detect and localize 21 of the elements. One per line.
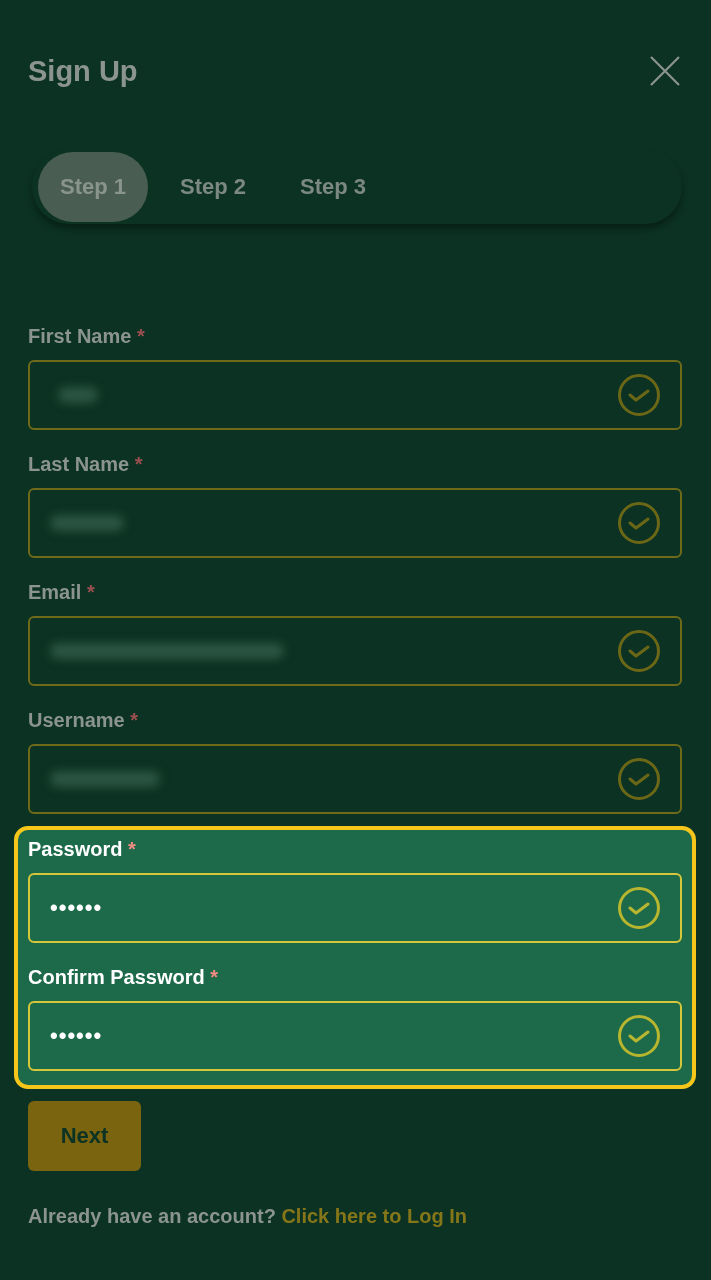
field-label: Email * <box>28 580 95 604</box>
field-label: Last Name * <box>28 452 143 476</box>
field-label: First Name * <box>28 324 145 348</box>
step-tab[interactable]: Step 2 <box>158 152 269 222</box>
login-link[interactable]: Click here to Log In <box>281 1205 467 1227</box>
field-label: Password * <box>28 837 136 861</box>
input-field[interactable]: •••••• <box>28 873 682 943</box>
close-icon[interactable] <box>650 56 680 86</box>
input-field[interactable] <box>28 744 682 814</box>
step-tab[interactable]: Step 3 <box>278 152 389 222</box>
input-field[interactable] <box>28 488 682 558</box>
blurred-value <box>58 387 98 403</box>
step-tab[interactable]: Step 1 <box>38 152 149 222</box>
input-field[interactable] <box>28 616 682 686</box>
input-field[interactable]: •••••• <box>28 1001 682 1071</box>
login-prompt: Already have an account? Click here to Log In <box>28 1204 468 1228</box>
page-title: Sign Up <box>28 54 138 89</box>
field-label: Confirm Password * <box>28 965 219 989</box>
field-label: Username * <box>28 708 139 732</box>
next-button[interactable]: Next <box>28 1101 141 1171</box>
input-field[interactable] <box>28 360 682 430</box>
